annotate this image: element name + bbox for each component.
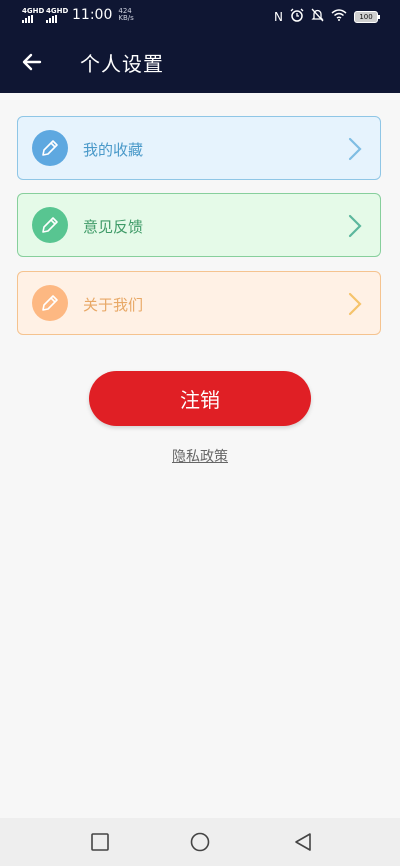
pencil-icon: [32, 207, 68, 243]
signal-bars-icon: [22, 15, 33, 23]
menu-item-favorites[interactable]: 我的收藏: [17, 116, 381, 180]
app-bar: 个人设置: [0, 32, 400, 93]
battery-icon: 100: [354, 10, 380, 23]
mute-icon: [311, 8, 324, 25]
menu-item-feedback[interactable]: 意见反馈: [17, 193, 381, 257]
chevron-right-icon: [348, 137, 362, 161]
menu-item-label: 我的收藏: [83, 141, 144, 159]
alarm-icon: [290, 8, 304, 25]
status-left: 4GHD 4GHD 11:00 424 KB/s: [22, 7, 134, 23]
logout-button[interactable]: 注销: [89, 371, 311, 426]
status-right: N 100: [274, 8, 380, 25]
menu-item-label: 意见反馈: [83, 218, 144, 236]
network-speed: 424 KB/s: [118, 8, 133, 22]
back-button[interactable]: [18, 48, 46, 76]
network-speed-unit: KB/s: [118, 14, 134, 22]
pencil-icon: [32, 130, 68, 166]
battery-level: 100: [359, 12, 373, 21]
recent-apps-icon[interactable]: [90, 832, 110, 852]
page-title: 个人设置: [80, 52, 164, 76]
sim2-signal: 4GHD: [46, 7, 68, 23]
system-nav-bar: [0, 818, 400, 866]
sim1-signal: 4GHD: [22, 7, 44, 23]
privacy-policy-link[interactable]: 隐私政策: [0, 446, 400, 466]
wifi-icon: [331, 9, 347, 24]
arrow-left-icon: [22, 53, 42, 71]
sim2-label: 4GHD: [46, 7, 69, 15]
pencil-icon: [32, 285, 68, 321]
chevron-right-icon: [348, 292, 362, 316]
signal-bars-icon: [46, 15, 57, 23]
back-icon[interactable]: [293, 832, 313, 852]
menu-item-label: 关于我们: [83, 296, 144, 314]
nfc-icon: N: [274, 9, 283, 24]
menu-item-about-us[interactable]: 关于我们: [17, 271, 381, 335]
sim1-label: 4GHD: [22, 7, 45, 15]
chevron-right-icon: [348, 214, 362, 238]
home-icon[interactable]: [190, 832, 210, 852]
status-bar: 4GHD 4GHD 11:00 424 KB/s N 100: [0, 0, 400, 32]
clock: 11:00: [72, 7, 113, 23]
